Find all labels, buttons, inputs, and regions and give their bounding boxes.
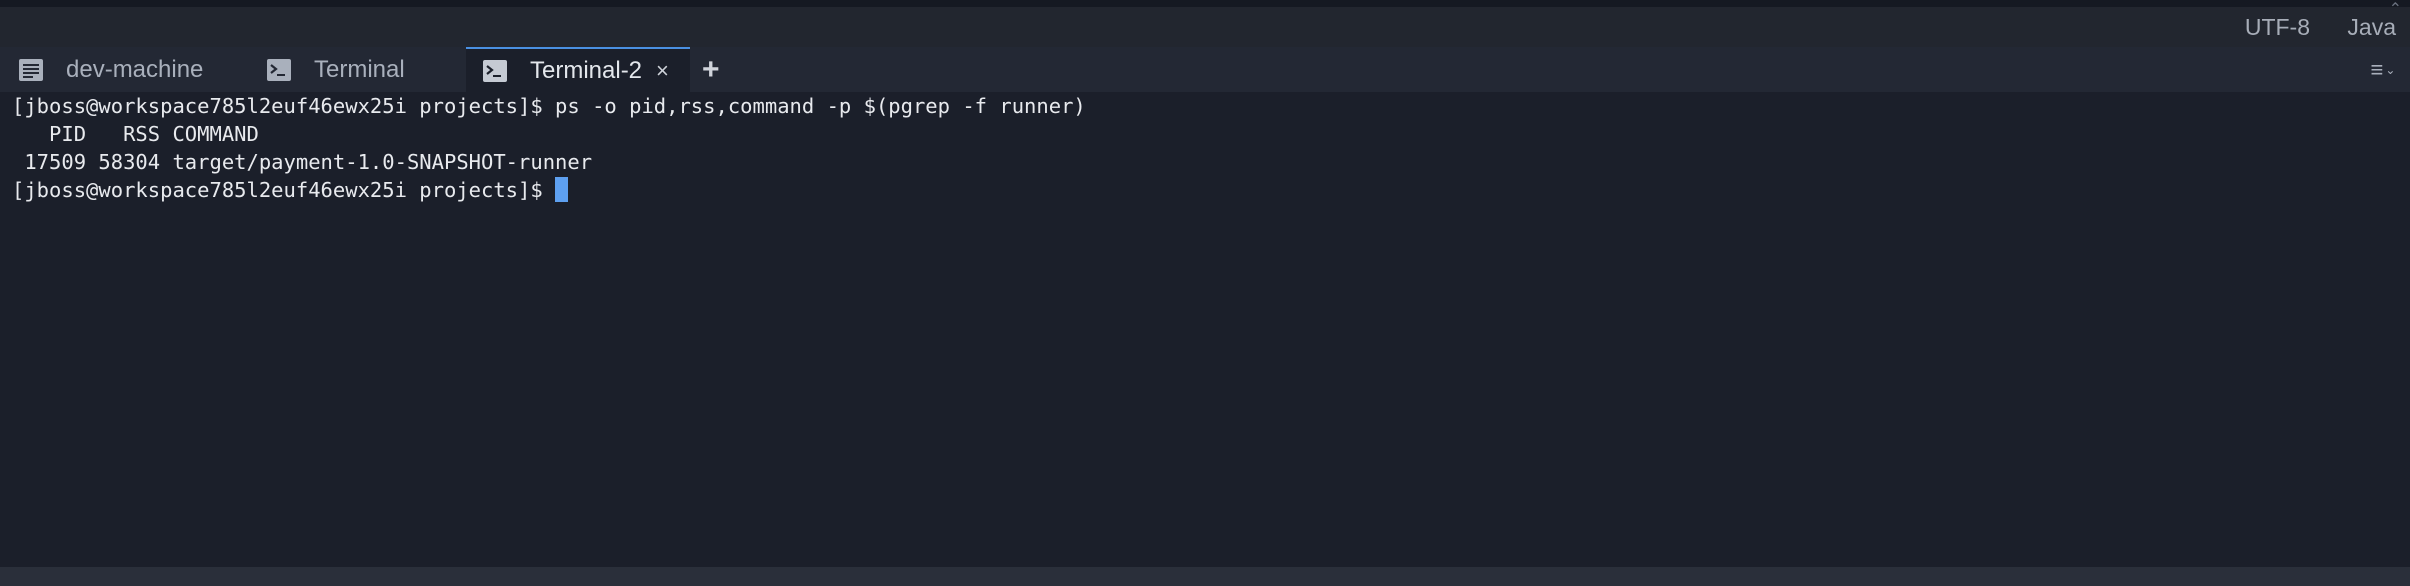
tab-terminal[interactable]: Terminal	[266, 47, 466, 92]
terminal-app: ⌃ UTF-8 Java dev-machine Terminal Termin…	[0, 0, 2410, 586]
terminal-line: PID RSS COMMAND	[12, 122, 259, 146]
hamburger-icon: ≡	[2370, 56, 2384, 82]
tab-dev-machine[interactable]: dev-machine	[18, 47, 258, 92]
tab-terminal-2[interactable]: Terminal-2 ×	[466, 47, 690, 92]
tab-label: dev-machine	[66, 55, 204, 83]
terminal-icon	[483, 59, 507, 82]
tab-label: Terminal-2	[530, 56, 643, 84]
terminal-prompt-line[interactable]: [jboss@workspace785l2euf46ewx25i project…	[12, 176, 2398, 204]
terminal-icon	[267, 58, 291, 81]
window-top-strip	[0, 0, 2410, 7]
tab-bar: dev-machine Terminal Terminal-2 × + ≡ ⌄	[0, 47, 2410, 92]
close-icon[interactable]: ×	[656, 59, 669, 82]
terminal-line: [jboss@workspace785l2euf46ewx25i project…	[12, 94, 1086, 118]
menu-button[interactable]: ≡ ⌄	[2362, 47, 2404, 92]
tab-label: Terminal	[314, 55, 405, 83]
chevron-down-icon: ⌄	[2385, 62, 2396, 77]
add-tab-button[interactable]: +	[702, 47, 720, 92]
terminal-cursor	[554, 177, 568, 202]
bottom-panel-border	[0, 567, 2410, 586]
encoding-indicator[interactable]: UTF-8	[2245, 7, 2310, 47]
status-bar: ⌃ UTF-8 Java	[0, 1, 2410, 47]
language-indicator[interactable]: Java	[2347, 7, 2396, 47]
terminal-line: 17509 58304 target/payment-1.0-SNAPSHOT-…	[12, 150, 593, 174]
terminal-prompt: [jboss@workspace785l2euf46ewx25i project…	[12, 178, 543, 202]
console-list-icon	[19, 58, 43, 81]
terminal-output[interactable]: [jboss@workspace785l2euf46ewx25i project…	[0, 92, 2410, 567]
